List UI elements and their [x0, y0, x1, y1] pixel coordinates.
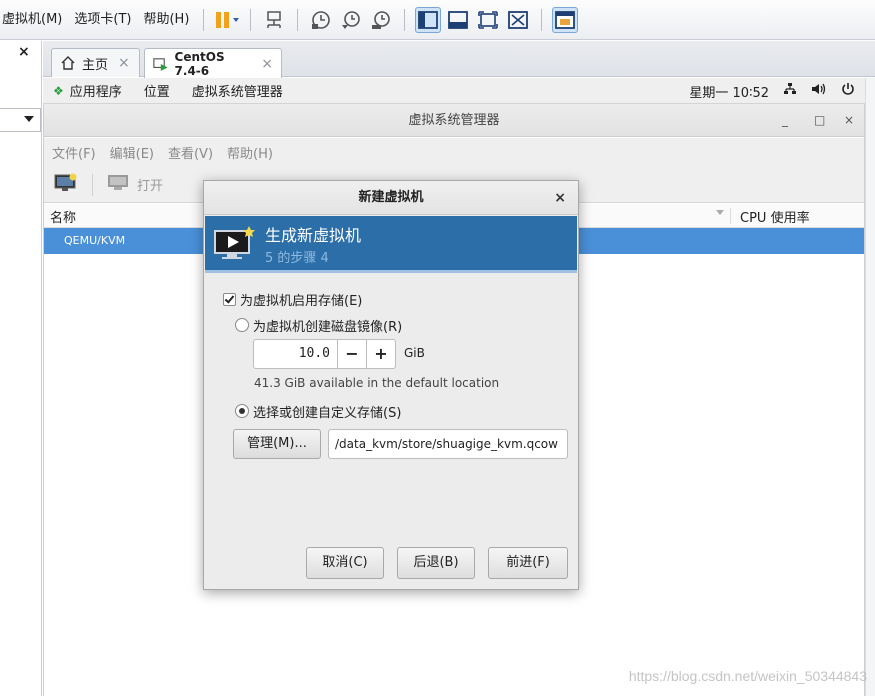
vmware-tabbar: 主页 × CentOS 7.4-6 × — [43, 41, 875, 78]
gnome-status-area: 星期一 10∶52 — [689, 78, 855, 104]
tab-centos[interactable]: CentOS 7.4-6 × — [144, 48, 282, 78]
decrement-button[interactable]: − — [337, 339, 367, 369]
increment-button[interactable]: + — [366, 339, 396, 369]
column-name[interactable]: 名称 — [50, 207, 76, 226]
gnome-foot-icon: ❖ — [53, 83, 64, 98]
power-icon[interactable] — [841, 82, 855, 100]
dialog-title: 新建虚拟机 — [358, 190, 424, 205]
toolbar-separator — [404, 8, 406, 31]
create-image-label[interactable]: 为虚拟机创建磁盘镜像(R) — [253, 316, 402, 335]
library-search-input[interactable] — [0, 108, 41, 132]
snapshot-manager-icon[interactable] — [368, 7, 394, 33]
custom-storage-label[interactable]: 选择或创建自定义存储(S) — [253, 402, 401, 421]
column-cpu-usage[interactable]: CPU 使用率 — [740, 207, 810, 226]
vm-tab-icon — [153, 57, 168, 71]
open-button-label[interactable]: 打开 — [137, 175, 163, 194]
toolbar-separator — [203, 8, 205, 31]
size-unit: GiB — [404, 346, 425, 360]
vmm-title: 虚拟系统管理器 — [408, 113, 500, 128]
close-icon[interactable]: × — [261, 56, 273, 72]
thumbnail-bar-icon[interactable] — [445, 7, 471, 33]
gnome-topbar: ❖ 应用程序 位置 虚拟系统管理器 星期一 10∶52 — [43, 78, 865, 104]
library-panel: × — [0, 41, 42, 696]
snapshot-icon[interactable] — [308, 7, 334, 33]
window-close-button[interactable]: × — [844, 104, 854, 137]
wizard-banner: 生成新虚拟机 5 的步骤 4 — [205, 216, 577, 273]
console-view-icon[interactable] — [552, 6, 579, 33]
new-vm-dialog: 新建虚拟机 × 生成新虚拟机 5 的步骤 4 为虚拟机启用存储(E) 为虚拟机创… — [203, 180, 579, 590]
checkmark-icon — [224, 293, 235, 304]
tab-home-label: 主页 — [82, 57, 109, 73]
applications-menu[interactable]: ❖ 应用程序 — [53, 81, 122, 101]
manage-button[interactable]: 管理(M)... — [233, 429, 321, 459]
menu-view[interactable]: 查看(V) — [168, 143, 213, 162]
minimize-button[interactable]: _ — [782, 104, 788, 137]
create-image-radio[interactable] — [235, 318, 249, 332]
wizard-title: 生成新虚拟机 — [265, 226, 362, 245]
vmm-titlebar: 虚拟系统管理器 _ □ × — [44, 104, 864, 137]
show-library-icon[interactable] — [415, 6, 442, 33]
enable-storage-label[interactable]: 为虚拟机启用存储(E) — [240, 290, 362, 309]
toolbar-separator — [250, 8, 252, 31]
maximize-button[interactable]: □ — [814, 104, 825, 137]
close-icon[interactable]: × — [118, 55, 130, 71]
radio-dot — [239, 408, 245, 414]
menu-vm[interactable]: 虚拟机(M) — [0, 0, 68, 40]
vmm-menubar: 文件(F) 编辑(E) 查看(V) 帮助(H) — [44, 138, 864, 167]
home-icon — [61, 56, 75, 70]
back-button[interactable]: 后退(B) — [397, 547, 475, 579]
menu-help[interactable]: 帮助(H) — [227, 143, 273, 162]
unity-icon[interactable] — [505, 7, 531, 33]
revert-snapshot-icon[interactable] — [338, 7, 364, 33]
menu-tabs[interactable]: 选项卡(T) — [68, 0, 137, 40]
toolbar-separator — [92, 173, 93, 196]
dialog-titlebar: 新建虚拟机 × — [204, 181, 578, 215]
wizard-step: 5 的步骤 4 — [265, 251, 329, 266]
tab-centos-label: CentOS 7.4-6 — [174, 49, 225, 78]
clock[interactable]: 星期一 10∶52 — [689, 82, 769, 101]
vmm-app-menu[interactable]: 虚拟系统管理器 — [192, 81, 283, 100]
custom-storage-radio[interactable] — [235, 404, 249, 418]
chevron-down-icon[interactable] — [716, 210, 724, 215]
toolbar-separator — [297, 8, 299, 31]
tab-home[interactable]: 主页 × — [51, 48, 140, 77]
forward-button[interactable]: 前进(F) — [488, 547, 568, 579]
menu-help[interactable]: 帮助(H) — [137, 0, 195, 40]
library-close-icon[interactable]: × — [18, 44, 30, 60]
column-divider — [730, 208, 731, 224]
open-vm-icon[interactable] — [107, 174, 129, 196]
storage-path-input[interactable]: /data_kvm/store/shuagige_kvm.qcow — [328, 429, 568, 459]
available-space-text: 41.3 GiB available in the default locati… — [254, 376, 500, 390]
dialog-close-icon[interactable]: × — [554, 181, 566, 215]
network-icon[interactable] — [783, 82, 797, 100]
chevron-down-icon[interactable] — [24, 116, 34, 122]
places-menu[interactable]: 位置 — [144, 81, 170, 100]
watermark: https://blog.csdn.net/weixin_50344843 — [628, 668, 867, 684]
fullscreen-icon[interactable] — [475, 7, 501, 33]
menu-edit[interactable]: 编辑(E) — [110, 143, 154, 162]
pause-icon[interactable] — [214, 7, 240, 33]
cancel-button[interactable]: 取消(C) — [306, 547, 384, 579]
disk-size-input[interactable]: 10.0 — [253, 339, 339, 369]
vmware-menubar: 虚拟机(M) 选项卡(T) 帮助(H) — [0, 0, 875, 40]
new-vm-banner-icon — [213, 225, 257, 269]
window-edge — [865, 78, 875, 696]
applications-label: 应用程序 — [69, 85, 122, 100]
send-ctrl-alt-del-icon[interactable] — [261, 7, 287, 33]
volume-icon[interactable] — [811, 82, 827, 100]
new-vm-icon[interactable] — [54, 173, 78, 197]
menu-file[interactable]: 文件(F) — [52, 143, 96, 162]
enable-storage-checkbox[interactable] — [223, 293, 236, 306]
toolbar-separator — [541, 8, 543, 31]
